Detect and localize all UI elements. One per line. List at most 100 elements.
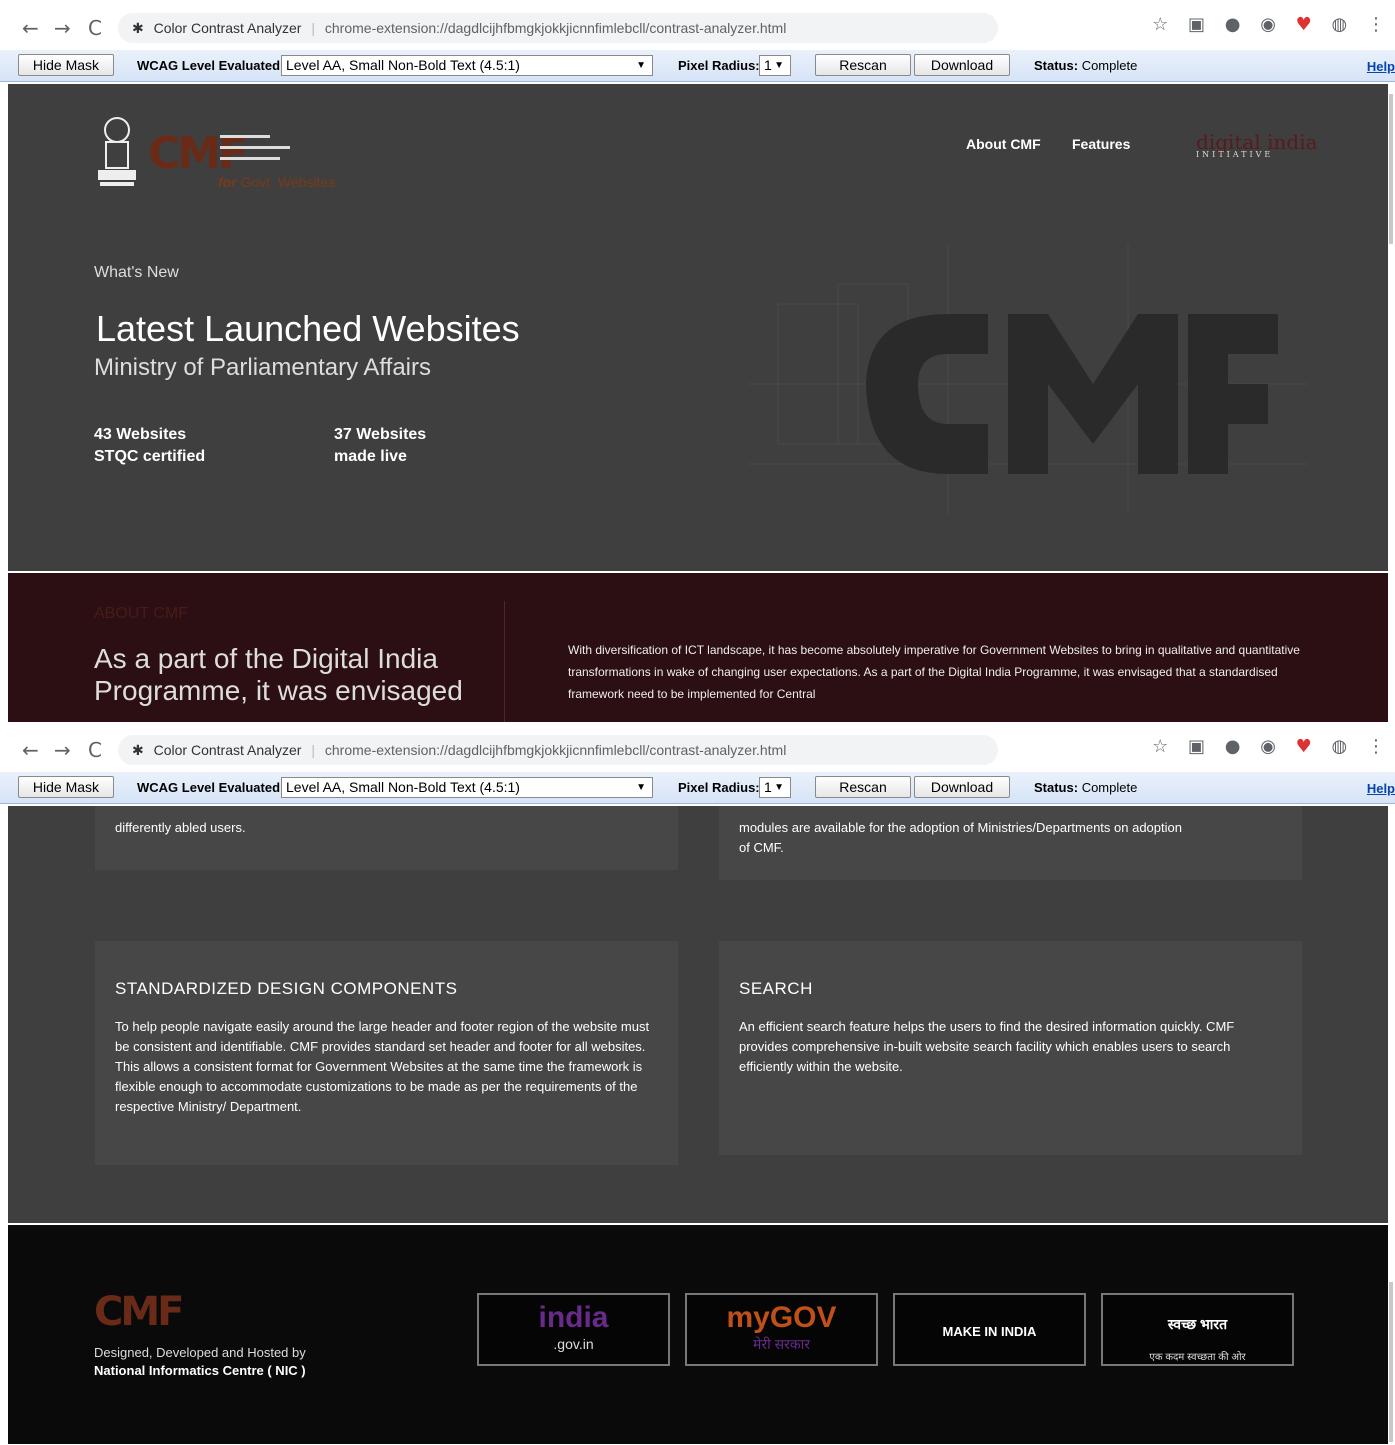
make-in-india-logo[interactable]: MAKE IN INDIA — [893, 1293, 1086, 1366]
wcag-label: WCAG Level Evaluated: — [137, 58, 285, 73]
about-heading: As a part of the Digital India Programme… — [94, 643, 463, 706]
wcag-select-value: Level AA, Small Non-Bold Text (4.5:1) — [286, 57, 520, 73]
scrollbar-thumb[interactable] — [1389, 94, 1393, 244]
wcag-select[interactable]: Level AA, Small Non-Bold Text (4.5:1) ▼ — [281, 777, 653, 798]
emblem-icon — [94, 112, 140, 190]
swachh-line2: एक कदम स्वच्छता की ओर — [1149, 1352, 1246, 1363]
stat-stqc-line2: STQC certified — [94, 448, 206, 465]
avatar[interactable]: ◍ — [1332, 14, 1348, 35]
features-section: differently abled users. modules are ava… — [8, 806, 1388, 1223]
star-icon[interactable]: ☆ — [1152, 14, 1168, 35]
reload-icon[interactable]: C — [88, 738, 102, 762]
mygov-logo[interactable]: myGOV मेरी सरकार — [685, 1293, 878, 1366]
dropdown-arrow-icon: ▼ — [774, 60, 784, 71]
url-text: chrome-extension://dagdlcijhfbmgkjokkjic… — [324, 20, 787, 36]
card-title: SEARCH — [739, 979, 813, 998]
footer: CMF Designed, Developed and Hosted by Na… — [8, 1225, 1388, 1444]
address-bar[interactable]: ✱ Color Contrast Analyzer | chrome-exten… — [118, 735, 998, 765]
color-icon[interactable]: ♥ — [1296, 736, 1312, 757]
status-label: Status: — [1034, 780, 1079, 795]
hero-title: Latest Launched Websites — [96, 308, 520, 349]
rescan-button[interactable]: Rescan — [815, 776, 911, 798]
swachh-bharat-logo[interactable]: स्वच्छ भारत एक कदम स्वच्छता की ओर — [1101, 1293, 1294, 1366]
help-link[interactable]: Help — [1367, 781, 1395, 796]
dropdown-arrow-icon: ▼ — [636, 782, 646, 793]
tagline-for: for — [218, 174, 237, 190]
menu-icon[interactable]: ⋮ — [1367, 736, 1385, 757]
browser-actions: ☆ ▣ ● ◉ ♥ ◍ ⋮ — [1138, 14, 1385, 35]
scrollbar-thumb[interactable] — [1389, 1282, 1393, 1442]
status-label: Status: — [1034, 58, 1079, 73]
globe-icon[interactable]: ◉ — [1260, 736, 1276, 757]
download-button[interactable]: Download — [914, 54, 1010, 76]
card-text: An efficient search feature helps the us… — [739, 1019, 1235, 1074]
footer-cmf-logo: CMF — [94, 1289, 185, 1335]
forward-icon[interactable]: → — [54, 738, 71, 762]
cmf-tagline: for Govt. Websites — [218, 174, 335, 190]
dropdown-arrow-icon: ▼ — [774, 782, 784, 793]
hide-mask-button[interactable]: Hide Mask — [18, 776, 114, 798]
help-link[interactable]: Help — [1367, 59, 1395, 74]
whats-new-label: What's New — [94, 264, 179, 281]
nav-about-cmf[interactable]: About CMF — [966, 136, 1041, 152]
card2-fragment-line2: of CMF. — [739, 840, 784, 855]
address-bar[interactable]: ✱ Color Contrast Analyzer | chrome-exten… — [118, 13, 998, 43]
feature-card: differently abled users. — [95, 806, 678, 870]
rescan-button[interactable]: Rescan — [815, 54, 911, 76]
feature-card-search: SEARCH An efficient search feature helps… — [719, 941, 1302, 1155]
pixel-radius-select[interactable]: 1 ▼ — [759, 777, 791, 798]
browser-chrome: ← → C ✱ Color Contrast Analyzer | chrome… — [0, 722, 1395, 772]
card1-fragment: differently abled users. — [115, 820, 246, 835]
card-text: To help people navigate easily around th… — [115, 1019, 650, 1114]
tagline-text: Govt. Websites — [240, 174, 336, 190]
hide-mask-button[interactable]: Hide Mask — [18, 54, 114, 76]
pixel-radius-value: 1 — [764, 57, 772, 73]
stat-live: 37 Websites made live — [334, 424, 426, 468]
digital-india-logo[interactable]: digital india INITIATIVE — [1196, 130, 1318, 159]
circle-icon[interactable]: ● — [1225, 14, 1241, 35]
puzzle-icon: ✱ — [132, 20, 144, 36]
extension-name: Color Contrast Analyzer — [153, 20, 302, 36]
puzzle-icon: ✱ — [132, 742, 144, 758]
menu-icon[interactable]: ⋮ — [1367, 14, 1385, 35]
hero-section: CMF ▬▬▬▬▬ ▬▬▬▬▬▬▬ ▬▬▬▬▬▬ for Govt. Website… — [8, 84, 1388, 571]
scrollbar[interactable] — [1388, 806, 1395, 1444]
status-value: Complete — [1081, 780, 1138, 795]
cmf-logo-lines: ▬▬▬▬▬ ▬▬▬▬▬▬▬ ▬▬▬▬▬▬ — [220, 130, 290, 163]
analyzer-toolbar: Hide Mask WCAG Level Evaluated: Level AA… — [0, 50, 1395, 82]
stat-live-line1: 37 Websites — [334, 426, 427, 443]
page-viewport: differently abled users. modules are ava… — [8, 806, 1388, 1444]
wcag-select-value: Level AA, Small Non-Bold Text (4.5:1) — [286, 779, 520, 795]
star-icon[interactable]: ☆ — [1152, 736, 1168, 757]
back-icon[interactable]: ← — [22, 738, 39, 762]
about-label: ABOUT CMF — [94, 605, 188, 622]
pixel-radius-select[interactable]: 1 ▼ — [759, 55, 791, 76]
forward-icon[interactable]: → — [54, 16, 71, 40]
pixel-radius-label: Pixel Radius: — [678, 780, 760, 795]
url-separator: | — [311, 742, 315, 758]
download-button[interactable]: Download — [914, 776, 1010, 798]
india-gov-logo[interactable]: india .gov.in — [477, 1293, 670, 1366]
back-icon[interactable]: ← — [22, 16, 39, 40]
reload-icon[interactable]: C — [88, 16, 102, 40]
status-value: Complete — [1081, 58, 1138, 73]
feature-card-design: STANDARDIZED DESIGN COMPONENTS To help p… — [95, 941, 678, 1165]
wcag-select[interactable]: Level AA, Small Non-Bold Text (4.5:1) ▼ — [281, 55, 653, 76]
extension-icon[interactable]: ▣ — [1188, 14, 1205, 35]
color-icon[interactable]: ♥ — [1296, 14, 1312, 35]
india-gov-line2: .gov.in — [553, 1336, 594, 1352]
avatar[interactable]: ◍ — [1332, 736, 1348, 757]
swachh-line1: स्वच्छ भारत — [1167, 1316, 1228, 1332]
circle-icon[interactable]: ● — [1225, 736, 1241, 757]
screenshot-bottom: ← → C ✱ Color Contrast Analyzer | chrome… — [0, 722, 1395, 1444]
globe-icon[interactable]: ◉ — [1260, 14, 1276, 35]
pixel-radius-value: 1 — [764, 779, 772, 795]
about-paragraph: With diversification of ICT landscape, i… — [568, 643, 1300, 701]
extension-icon[interactable]: ▣ — [1188, 736, 1205, 757]
browser-chrome: ← → C ✱ Color Contrast Analyzer | chrome… — [0, 0, 1395, 50]
mygov-line1: myGOV — [726, 1301, 837, 1334]
url-text: chrome-extension://dagdlcijhfbmgkjokkjic… — [324, 742, 787, 758]
stat-stqc-line1: 43 Websites — [94, 426, 187, 443]
nav-features[interactable]: Features — [1072, 136, 1130, 152]
scrollbar[interactable] — [1388, 84, 1395, 722]
